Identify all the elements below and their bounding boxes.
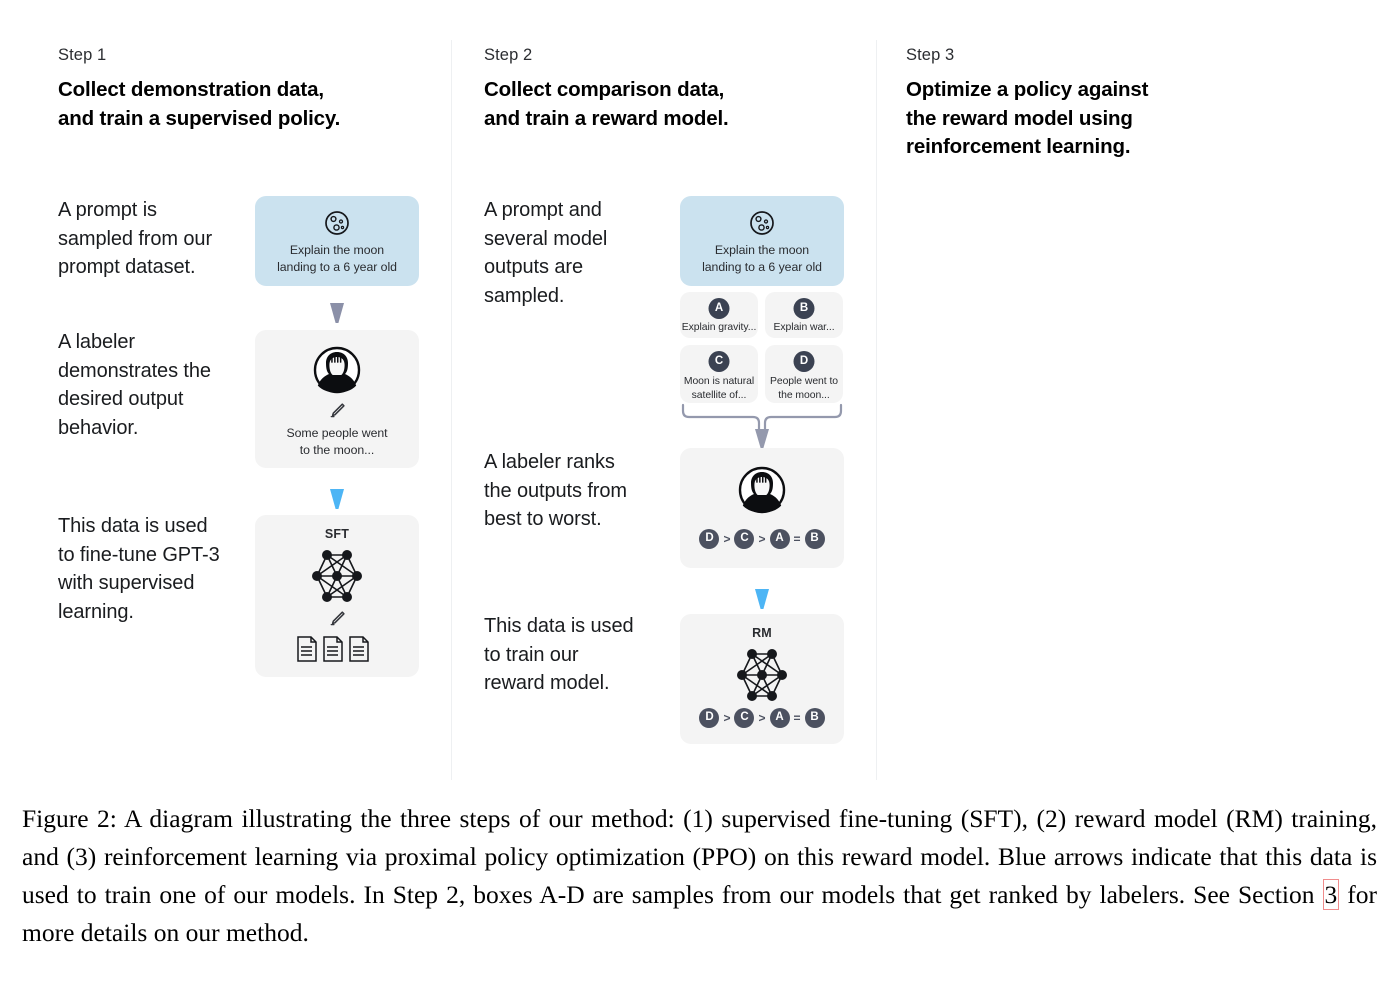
- step-1-kicker: Step 1: [58, 46, 107, 64]
- sft-label: SFT: [324, 527, 350, 541]
- rm-rank-op-2: >: [758, 711, 766, 725]
- arrow-prompt-to-demo: [255, 302, 419, 333]
- pencil-icon: [255, 401, 419, 421]
- neural-network-icon: [255, 545, 419, 607]
- labeler-avatar-icon: [680, 466, 844, 514]
- sample-text-d: People went to the moon...: [769, 376, 839, 401]
- pencil-icon: [255, 609, 419, 629]
- rm-rank-badge-2: C: [734, 708, 755, 728]
- step-2-ranking-card[interactable]: D > C > A = B: [680, 448, 844, 568]
- caption-prefix: Figure 2:: [22, 804, 124, 833]
- sample-text-b: Explain war...: [773, 322, 835, 333]
- step-3-kicker: Step 3: [906, 46, 955, 64]
- step-2-title: Collect comparison data, and train a rew…: [484, 78, 729, 130]
- section-reference-link[interactable]: 3: [1322, 879, 1340, 910]
- step-2-prompt-text: Explain the moon landing to a 6 year old: [702, 243, 822, 274]
- sample-chip-b[interactable]: B Explain war...: [765, 292, 843, 338]
- step-3-title: Optimize a policy against the reward mod…: [906, 78, 1149, 158]
- step-1-sft-card[interactable]: SFT: [255, 515, 419, 677]
- rank-op-2: >: [758, 532, 766, 546]
- sample-chip-a[interactable]: A Explain gravity...: [680, 292, 758, 338]
- sample-badge-d: D: [793, 351, 815, 372]
- sample-text-c: Moon is natural satellite of...: [683, 376, 755, 401]
- step-2-prompt-card[interactable]: Explain the moon landing to a 6 year old: [680, 196, 844, 286]
- rank-badge-1: D: [699, 529, 720, 549]
- rm-rank-op-1: >: [723, 711, 731, 725]
- rank-badge-3: A: [769, 529, 790, 549]
- step-1-prompt-card[interactable]: Explain the moon landing to a 6 year old: [255, 196, 419, 286]
- moon-icon: [680, 209, 844, 237]
- column-divider-2: [876, 40, 877, 780]
- rank-op-3: =: [793, 532, 801, 546]
- rm-label: RM: [752, 626, 772, 640]
- sample-badge-b: B: [793, 298, 815, 319]
- step-2-rm-card[interactable]: RM D > C > A = B: [680, 614, 844, 744]
- step-1-prompt-text: Explain the moon landing to a 6 year old: [277, 243, 397, 274]
- step-2-kicker: Step 2: [484, 46, 533, 64]
- figure-diagram: Step 1 Collect demonstration data, and t…: [0, 0, 1397, 790]
- arrow-samples-to-ranking: [680, 403, 844, 451]
- step-1-title: Collect demonstration data, and train a …: [58, 78, 341, 130]
- step-1-paragraph-3: This data is used to fine-tune GPT-3 wit…: [58, 515, 220, 623]
- step-1-demonstration-card[interactable]: Some people went to the moon...: [255, 330, 419, 468]
- rm-order-row: D > C > A = B: [680, 708, 844, 728]
- step-1-demonstration-text: Some people went to the moon...: [286, 426, 388, 457]
- column-divider-1: [451, 40, 452, 780]
- rm-rank-badge-1: D: [699, 708, 720, 728]
- step-1-paragraph-2: A labeler demonstrates the desired outpu…: [58, 331, 211, 439]
- sample-badge-c: C: [708, 351, 730, 372]
- step-2-paragraph-1: A prompt and several model outputs are s…: [484, 199, 608, 307]
- step-1-paragraph-1: A prompt is sampled from our prompt data…: [58, 199, 213, 278]
- step-2-paragraph-2: A labeler ranks the outputs from best to…: [484, 451, 627, 530]
- sample-text-a: Explain gravity...: [681, 322, 757, 333]
- caption-body-part-1: A diagram illustrating the three steps o…: [22, 804, 1377, 909]
- labeler-avatar-icon: [255, 346, 419, 394]
- documents-icon: [255, 635, 419, 665]
- figure-caption: Figure 2: A diagram illustrating the thr…: [22, 800, 1377, 952]
- sample-badge-a: A: [708, 298, 730, 319]
- neural-network-icon: [680, 644, 844, 706]
- rank-op-1: >: [723, 532, 731, 546]
- sample-chip-c[interactable]: C Moon is natural satellite of...: [680, 345, 758, 403]
- sample-chip-d[interactable]: D People went to the moon...: [765, 345, 843, 403]
- rank-badge-2: C: [734, 529, 755, 549]
- rm-rank-badge-4: B: [804, 708, 825, 728]
- step-2-paragraph-3: This data is used to train our reward mo…: [484, 615, 634, 694]
- rm-rank-op-3: =: [793, 711, 801, 725]
- ranking-order-row: D > C > A = B: [680, 529, 844, 549]
- rank-badge-4: B: [804, 529, 825, 549]
- moon-icon: [255, 209, 419, 237]
- rm-rank-badge-3: A: [769, 708, 790, 728]
